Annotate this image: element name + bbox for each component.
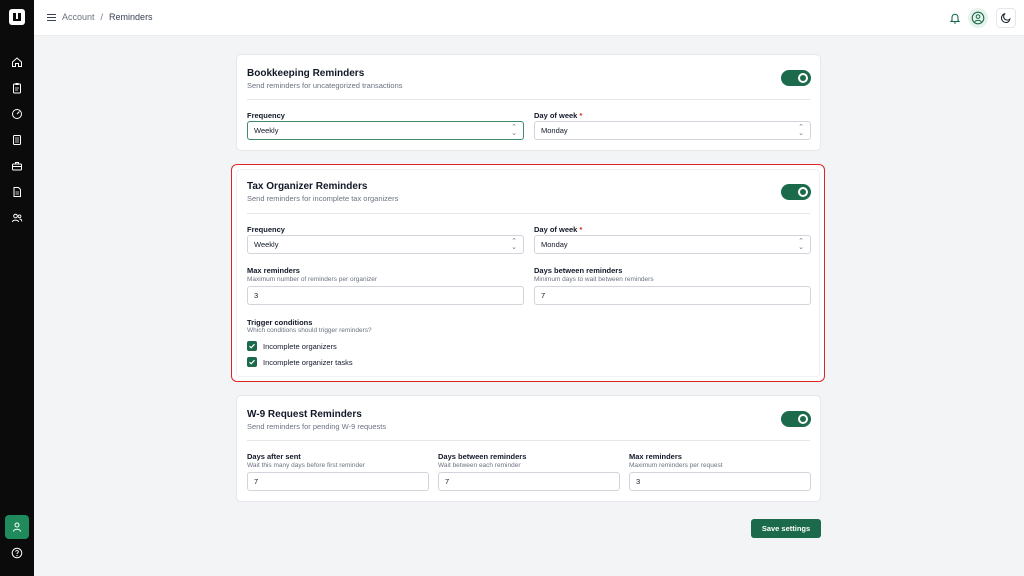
- days-after-sent-hint: Wait this many days before first reminde…: [247, 462, 365, 469]
- tax-enabled-toggle[interactable]: [781, 184, 811, 200]
- toggle-knob: [800, 416, 806, 422]
- sidebar-users[interactable]: [8, 209, 26, 227]
- breadcrumb: Account / Reminders: [62, 12, 153, 22]
- divider: [247, 213, 810, 214]
- tax-organizer-reminders-card: Tax Organizer Reminders Send reminders f…: [231, 164, 825, 382]
- clipboard-icon: [13, 83, 21, 94]
- user-menu-button[interactable]: [968, 8, 988, 28]
- check-icon: [249, 359, 255, 365]
- day-of-week-value: Monday: [541, 240, 568, 249]
- help-icon: [11, 547, 23, 559]
- incomplete-organizers-label[interactable]: Incomplete organizers: [263, 342, 337, 351]
- frequency-value: Weekly: [254, 240, 279, 249]
- frequency-select[interactable]: Weekly ⌃ ⌄: [247, 235, 524, 254]
- divider: [247, 99, 810, 100]
- document-icon: [13, 187, 21, 197]
- card-subtitle: Send reminders for uncategorized transac…: [247, 81, 403, 90]
- check-icon: [249, 343, 255, 349]
- breadcrumb-account[interactable]: Account: [62, 12, 95, 22]
- day-of-week-label: Day of week *: [534, 111, 583, 120]
- users-icon: [12, 213, 23, 223]
- chevron-updown-icon: ⌃ ⌄: [511, 237, 517, 251]
- max-reminders-input[interactable]: 3: [629, 472, 811, 491]
- gauge-icon: [12, 109, 22, 119]
- day-of-week-select[interactable]: Monday ⌃ ⌄: [534, 121, 811, 140]
- toggle-knob: [800, 75, 806, 81]
- incomplete-organizers-checkbox[interactable]: [247, 341, 257, 351]
- card-title: Tax Organizer Reminders: [247, 181, 368, 192]
- days-between-input[interactable]: 7: [438, 472, 620, 491]
- sidebar-account[interactable]: [5, 515, 29, 539]
- frequency-label: Frequency: [247, 111, 285, 120]
- days-after-sent-label: Days after sent: [247, 452, 301, 461]
- logo-icon[interactable]: [9, 9, 25, 25]
- max-reminders-label: Max reminders: [247, 266, 300, 275]
- sidebar-home[interactable]: [8, 53, 26, 71]
- days-between-input[interactable]: 7: [534, 286, 811, 305]
- card-subtitle: Send reminders for pending W-9 requests: [247, 422, 387, 431]
- days-after-sent-input[interactable]: 7: [247, 472, 429, 491]
- save-settings-button[interactable]: Save settings: [751, 519, 821, 538]
- day-of-week-label: Day of week *: [534, 225, 583, 234]
- max-reminders-input[interactable]: 3: [247, 286, 524, 305]
- frequency-select[interactable]: Weekly ⌃ ⌄: [247, 121, 524, 140]
- sidebar-document[interactable]: [8, 183, 26, 201]
- chevron-updown-icon: ⌃ ⌄: [511, 123, 517, 137]
- menu-icon[interactable]: [46, 12, 57, 23]
- card-title: Bookkeeping Reminders: [247, 68, 365, 79]
- days-between-label: Days between reminders: [438, 452, 527, 461]
- incomplete-organizer-tasks-label[interactable]: Incomplete organizer tasks: [263, 358, 353, 367]
- user-icon: [13, 522, 21, 532]
- max-reminders-hint: Maximum reminders per request: [629, 462, 723, 469]
- days-between-label: Days between reminders: [534, 266, 623, 275]
- user-circle-icon: [971, 11, 985, 25]
- breadcrumb-separator: /: [100, 12, 104, 22]
- home-icon: [12, 57, 22, 67]
- max-reminders-hint: Maximum number of reminders per organize…: [247, 276, 378, 283]
- frequency-label: Frequency: [247, 225, 285, 234]
- divider: [247, 440, 810, 441]
- frequency-value: Weekly: [254, 126, 279, 135]
- card-title: W-9 Request Reminders: [247, 409, 362, 420]
- sidebar-briefcase[interactable]: [8, 157, 26, 175]
- sidebar-help[interactable]: [8, 544, 26, 562]
- w9-enabled-toggle[interactable]: [781, 411, 811, 427]
- bell-icon[interactable]: [948, 11, 962, 25]
- w9-request-reminders-card: W-9 Request Reminders Send reminders for…: [236, 395, 821, 502]
- bookkeeping-enabled-toggle[interactable]: [781, 70, 811, 86]
- trigger-conditions-label: Trigger conditions: [247, 318, 313, 327]
- incomplete-organizer-tasks-checkbox[interactable]: [247, 357, 257, 367]
- briefcase-icon: [12, 162, 22, 171]
- chevron-updown-icon: ⌃ ⌄: [798, 237, 804, 251]
- list-icon: [13, 135, 21, 145]
- days-between-hint: Minimum days to wait between reminders: [534, 276, 654, 283]
- sidebar-list[interactable]: [8, 131, 26, 149]
- theme-toggle-button[interactable]: [996, 8, 1016, 28]
- toggle-knob: [800, 189, 806, 195]
- chevron-updown-icon: ⌃ ⌄: [798, 123, 804, 137]
- trigger-conditions-hint: Which conditions should trigger reminder…: [247, 327, 372, 334]
- days-between-hint: Wait between each reminder: [438, 462, 521, 469]
- topbar: Account / Reminders: [34, 0, 1024, 36]
- sidebar: [0, 0, 34, 576]
- max-reminders-label: Max reminders: [629, 452, 682, 461]
- moon-icon: [1000, 13, 1011, 24]
- card-subtitle: Send reminders for incomplete tax organi…: [247, 194, 399, 203]
- day-of-week-select[interactable]: Monday ⌃ ⌄: [534, 235, 811, 254]
- bookkeeping-reminders-card: Bookkeeping Reminders Send reminders for…: [236, 54, 821, 151]
- sidebar-clipboard[interactable]: [8, 79, 26, 97]
- breadcrumb-current: Reminders: [109, 12, 153, 22]
- day-of-week-value: Monday: [541, 126, 568, 135]
- sidebar-gauge[interactable]: [8, 105, 26, 123]
